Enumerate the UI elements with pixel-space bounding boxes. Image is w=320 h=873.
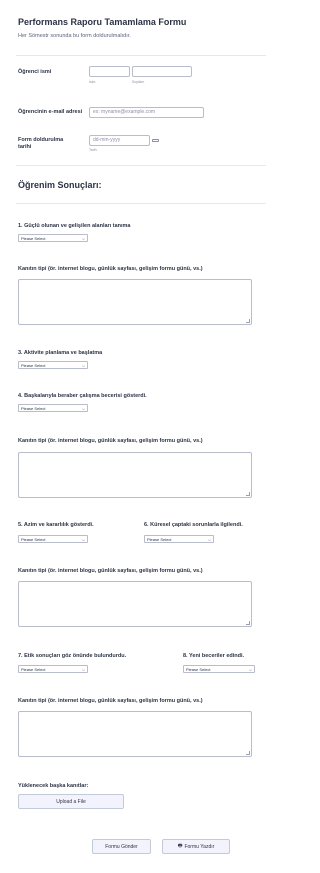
- evidence-label-1: Kanıtın tipi (ör. internet blogu, günlük…: [18, 266, 203, 272]
- q7-select[interactable]: Please Select ⌵: [18, 665, 88, 673]
- form-subtitle: Her Sömestr sonunda bu form doldurulmalı…: [18, 33, 131, 39]
- print-button[interactable]: 🖶 Formu Yazdır: [162, 839, 230, 854]
- q6-select[interactable]: Please Select ⌵: [144, 535, 214, 543]
- first-name-sublabel: İsim: [89, 80, 96, 84]
- student-name-label: Öğrenci ismi: [18, 69, 52, 75]
- evidence-textarea-1[interactable]: [18, 279, 252, 325]
- submit-button[interactable]: Formu Gönder: [92, 839, 151, 854]
- email-input[interactable]: ex: myname@example.com: [89, 107, 204, 118]
- evidence-textarea-3[interactable]: [18, 581, 252, 627]
- q6-label: 6. Küresel çaptaki sorunlarla ilgilendi.: [144, 522, 243, 528]
- divider: [16, 165, 266, 166]
- last-name-sublabel: Soyisim: [132, 80, 145, 84]
- q4-label: 4. Başkalarıyla beraber çalışma becerisi…: [18, 393, 147, 399]
- email-label: Öğrencinin e-mail adresi: [18, 109, 83, 115]
- upload-file-button[interactable]: Upload a File: [18, 794, 124, 809]
- evidence-label-3: Kanıtın tipi (ör. internet blogu, günlük…: [18, 568, 203, 574]
- calendar-icon[interactable]: [152, 139, 159, 142]
- q5-select[interactable]: Please Select ⌵: [18, 535, 88, 543]
- q8-label: 8. Yeni beceriler edindi.: [183, 653, 245, 659]
- q1-label: 1. Güçlü olunan ve gelişilen alanları ta…: [18, 223, 131, 229]
- q5-label: 5. Azim ve kararlılık gösterdi.: [18, 522, 94, 528]
- evidence-label-4: Kanıtın tipi (ör. internet blogu, günlük…: [18, 698, 203, 704]
- q3-label: 3. Aktivite planlama ve başlatma: [18, 350, 103, 356]
- date-input[interactable]: dd-mm-yyyy: [89, 135, 150, 146]
- evidence-textarea-2[interactable]: [18, 452, 252, 498]
- q4-select[interactable]: Please Select ⌵: [18, 404, 88, 412]
- printer-icon: 🖶: [177, 842, 183, 849]
- divider: [16, 203, 266, 204]
- form-title: Performans Raporu Tamamlama Formu: [18, 17, 187, 27]
- q8-select[interactable]: Please Select ⌵: [183, 665, 255, 673]
- evidence-label-2: Kanıtın tipi (ör. internet blogu, günlük…: [18, 438, 203, 444]
- print-button-label: Formu Yazdır: [184, 843, 215, 850]
- date-sublabel: Tarih: [89, 148, 97, 152]
- q3-select[interactable]: Please Select ⌵: [18, 361, 88, 369]
- date-label: Form doldurulma tarihi: [18, 137, 64, 150]
- q1-select[interactable]: Please Select ⌵: [18, 234, 88, 242]
- last-name-input[interactable]: [132, 66, 192, 77]
- outcomes-heading: Öğrenim Sonuçları:: [18, 180, 102, 190]
- divider: [16, 55, 266, 56]
- evidence-textarea-4[interactable]: [18, 711, 252, 757]
- q7-label: 7. Etik sonuçları göz önünde bulundurdu.: [18, 653, 127, 659]
- upload-label: Yüklenecek başka kanıtlar:: [18, 783, 89, 789]
- first-name-input[interactable]: [89, 66, 130, 77]
